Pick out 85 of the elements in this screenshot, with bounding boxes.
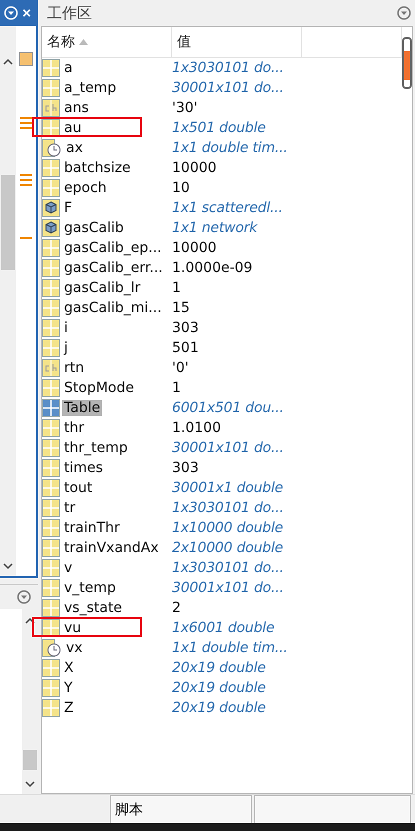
variable-value: 1x6001 double <box>172 620 276 636</box>
variable-name[interactable]: v <box>62 560 74 576</box>
scroll-down-icon[interactable] <box>25 781 35 788</box>
scroll-thumb[interactable] <box>1 175 15 270</box>
variable-value: 1x3030101 do... <box>172 560 285 576</box>
variable-name[interactable]: a <box>62 60 75 76</box>
panel-title: 工作区 <box>47 4 92 22</box>
variable-value: 1x3030101 do... <box>172 60 285 76</box>
variable-value: 30001x101 do... <box>172 580 285 596</box>
variable-value: 10000 <box>172 160 218 176</box>
warning-marker-icon[interactable] <box>20 173 32 188</box>
column-header[interactable]: 名称 <box>42 27 172 57</box>
variable-name[interactable]: v_temp <box>62 580 118 596</box>
variable-value: 1.0000e-09 <box>172 260 254 276</box>
variable-name[interactable]: tout <box>62 480 94 496</box>
variable-name[interactable]: gasCalib_lr <box>62 280 142 296</box>
scroll-thumb[interactable] <box>402 37 412 89</box>
status-square-icon <box>19 52 33 66</box>
column-header[interactable]: 值 <box>172 27 302 57</box>
cube-icon <box>42 219 60 237</box>
variable-value: 1 <box>172 280 182 296</box>
variable-value: 20x19 double <box>172 680 267 696</box>
warning-marker-icon[interactable] <box>20 116 32 131</box>
variable-name[interactable]: trainThr <box>62 520 122 536</box>
variable-value: 30001x1 double <box>172 480 284 496</box>
variable-name[interactable]: ans <box>62 100 91 116</box>
variable-name[interactable]: X <box>62 660 76 676</box>
variable-name[interactable]: thr <box>62 420 86 436</box>
variable-name[interactable]: vu <box>62 620 84 636</box>
dropdown-icon[interactable] <box>17 590 31 604</box>
scroll-up-icon[interactable] <box>25 617 35 624</box>
variable-name[interactable]: thr_temp <box>62 440 130 456</box>
variable-name[interactable]: tr <box>62 500 78 516</box>
variable-name[interactable]: epoch <box>62 180 109 196</box>
variable-name[interactable]: vx <box>64 640 85 656</box>
variable-value: 1.0100 <box>172 420 222 436</box>
scroll-up-icon[interactable] <box>3 58 13 65</box>
variable-name[interactable]: F <box>62 200 74 216</box>
variable-value: 20x19 double <box>172 700 267 716</box>
variable-name[interactable]: gasCalib_mi... <box>62 300 164 316</box>
scroll-down-icon[interactable] <box>3 563 13 570</box>
sort-ascending-icon <box>79 39 88 45</box>
variable-value: 1x10000 double <box>172 520 284 536</box>
variable-value: 1x501 double <box>172 120 267 136</box>
variable-name[interactable]: vs_state <box>62 600 124 616</box>
dropdown-icon[interactable] <box>397 6 411 20</box>
variable-name[interactable]: Y <box>62 680 75 696</box>
variable-name[interactable]: gasCalib <box>62 220 126 236</box>
variable-value: 1x1 network <box>172 220 258 236</box>
variable-name[interactable]: Table <box>62 400 102 416</box>
variable-value: 10 <box>172 180 191 196</box>
variable-name[interactable]: j <box>62 340 70 356</box>
variable-value: 6001x501 dou... <box>172 400 285 416</box>
variable-value: 1x1 scatteredl... <box>172 200 284 216</box>
variable-name[interactable]: StopMode <box>62 380 136 396</box>
variable-name[interactable]: rtn <box>62 360 86 376</box>
variable-name[interactable]: Z <box>62 700 76 716</box>
variable-value: '30' <box>172 100 199 116</box>
scroll-thumb[interactable] <box>23 750 37 770</box>
variable-name[interactable]: batchsize <box>62 160 133 176</box>
variable-value: 2 <box>172 600 182 616</box>
variable-value: 30001x101 do... <box>172 440 285 456</box>
variable-value: 2x10000 double <box>172 540 284 556</box>
variable-name[interactable]: gasCalib_err... <box>62 260 165 276</box>
variable-name[interactable]: a_temp <box>62 80 118 96</box>
variable-value: 501 <box>172 340 200 356</box>
variable-value: 1x3030101 do... <box>172 500 285 516</box>
variable-value: 1x1 double tim... <box>172 140 289 156</box>
variable-name[interactable]: gasCalib_ep... <box>62 240 164 256</box>
variable-value: '0' <box>172 360 190 376</box>
variable-value: 303 <box>172 320 200 336</box>
variable-name[interactable]: au <box>62 120 84 136</box>
variable-value: 20x19 double <box>172 660 267 676</box>
variable-name[interactable]: times <box>62 460 105 476</box>
variable-value: 10000 <box>172 240 218 256</box>
variable-value: 15 <box>172 300 191 316</box>
variable-value: 1x1 double tim... <box>172 640 289 656</box>
variable-name[interactable]: ax <box>64 140 85 156</box>
variable-name[interactable]: trainVxandAx <box>62 540 161 556</box>
variable-value: 1 <box>172 380 182 396</box>
variable-value: 30001x101 do... <box>172 80 285 96</box>
variable-name[interactable]: i <box>62 320 70 336</box>
variable-value: 303 <box>172 460 200 476</box>
cube-icon <box>42 199 60 217</box>
status-field: 脚本 <box>110 795 252 823</box>
